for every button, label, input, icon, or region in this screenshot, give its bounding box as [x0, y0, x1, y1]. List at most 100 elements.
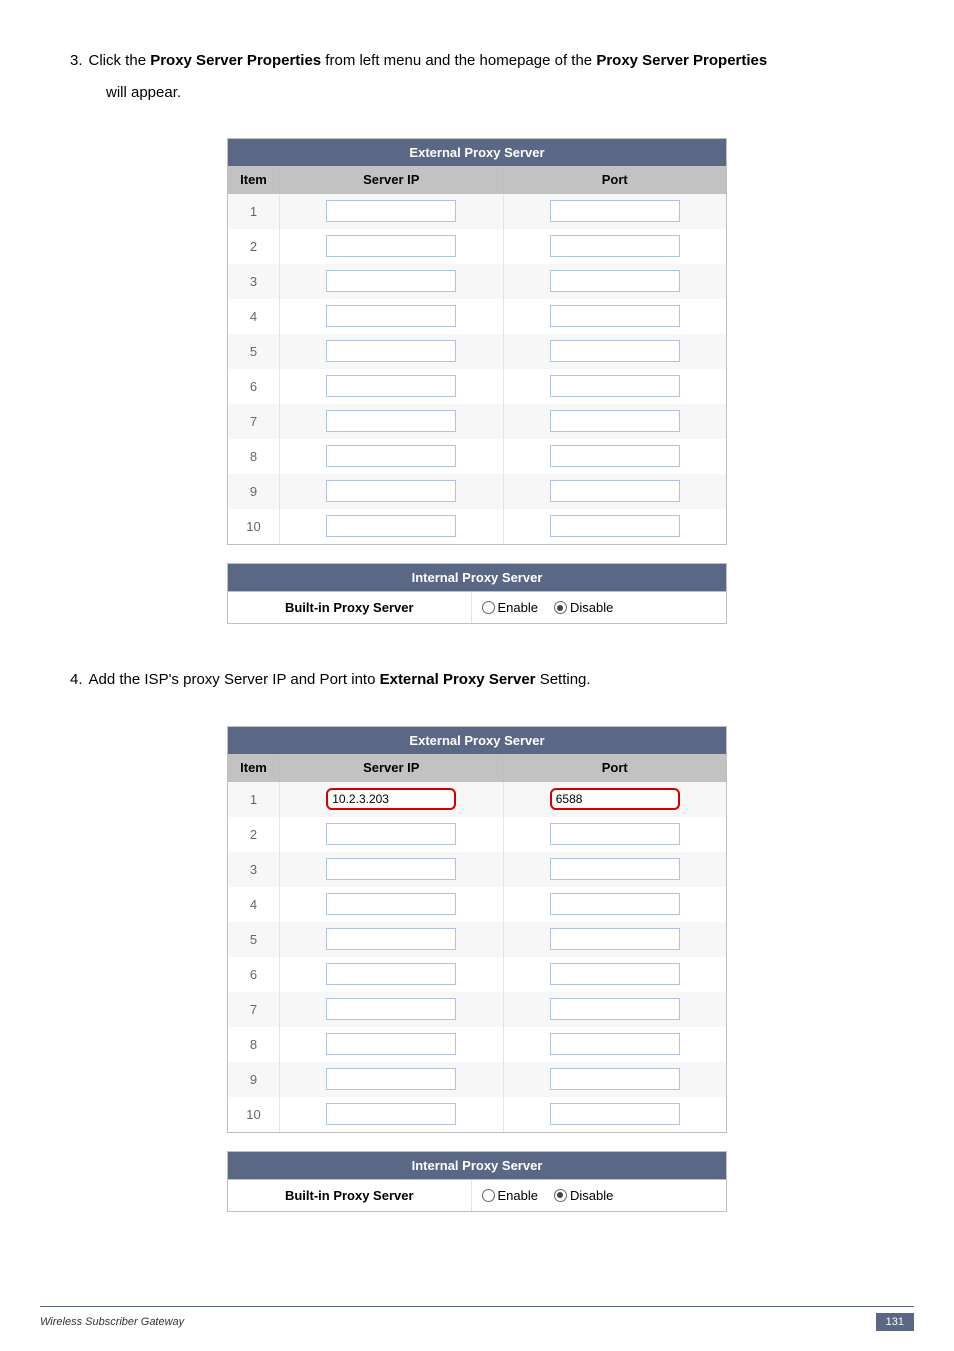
port-input[interactable]: [550, 410, 680, 432]
table-row: 6: [228, 957, 726, 992]
port-input[interactable]: [550, 788, 680, 810]
int-title: Internal Proxy Server: [228, 564, 726, 592]
row-index: 9: [228, 474, 280, 509]
table-row: 9: [228, 474, 726, 509]
table-row: 3: [228, 264, 726, 299]
row-index: 5: [228, 922, 280, 957]
enable-radio[interactable]: Enable: [482, 1188, 538, 1203]
row-index: 1: [228, 782, 280, 817]
row-index: 6: [228, 369, 280, 404]
row-index: 2: [228, 229, 280, 264]
port-input[interactable]: [550, 480, 680, 502]
col-item: Item: [228, 754, 280, 782]
table-row: 7: [228, 992, 726, 1027]
port-input[interactable]: [550, 928, 680, 950]
server-ip-input[interactable]: [326, 928, 456, 950]
port-input[interactable]: [550, 1103, 680, 1125]
external-proxy-table-filled: External Proxy Server Item Server IP Por…: [227, 726, 727, 1133]
row-index: 8: [228, 1027, 280, 1062]
table-row: 5: [228, 922, 726, 957]
builtin-label: Built-in Proxy Server: [228, 592, 472, 623]
step-4-text: 4.Add the ISP's proxy Server IP and Port…: [70, 664, 914, 696]
row-index: 4: [228, 299, 280, 334]
server-ip-input[interactable]: [326, 963, 456, 985]
row-index: 1: [228, 194, 280, 229]
row-index: 10: [228, 1097, 280, 1132]
port-input[interactable]: [550, 375, 680, 397]
row-index: 7: [228, 404, 280, 439]
table-row: 4: [228, 887, 726, 922]
table-row: 8: [228, 1027, 726, 1062]
row-index: 2: [228, 817, 280, 852]
port-input[interactable]: [550, 893, 680, 915]
int-title: Internal Proxy Server: [228, 1152, 726, 1180]
server-ip-input[interactable]: [326, 1033, 456, 1055]
col-port: Port: [504, 754, 727, 782]
footer-title: Wireless Subscriber Gateway: [40, 1316, 184, 1328]
table-row: 8: [228, 439, 726, 474]
server-ip-input[interactable]: [326, 480, 456, 502]
table-row: 5: [228, 334, 726, 369]
port-input[interactable]: [550, 200, 680, 222]
port-input[interactable]: [550, 998, 680, 1020]
row-index: 5: [228, 334, 280, 369]
table-row: 3: [228, 852, 726, 887]
server-ip-input[interactable]: [326, 410, 456, 432]
table-row: 2: [228, 229, 726, 264]
server-ip-input[interactable]: [326, 235, 456, 257]
server-ip-input[interactable]: [326, 893, 456, 915]
server-ip-input[interactable]: [326, 305, 456, 327]
server-ip-input[interactable]: [326, 515, 456, 537]
port-input[interactable]: [550, 1068, 680, 1090]
port-input[interactable]: [550, 823, 680, 845]
server-ip-input[interactable]: [326, 445, 456, 467]
col-server-ip: Server IP: [280, 754, 504, 782]
table-row: 1: [228, 782, 726, 817]
internal-proxy-blank: Internal Proxy Server Built-in Proxy Ser…: [227, 563, 727, 624]
server-ip-input[interactable]: [326, 270, 456, 292]
row-index: 8: [228, 439, 280, 474]
port-input[interactable]: [550, 858, 680, 880]
builtin-label: Built-in Proxy Server: [228, 1180, 472, 1211]
row-index: 4: [228, 887, 280, 922]
page-number: 131: [876, 1313, 914, 1331]
port-input[interactable]: [550, 340, 680, 362]
port-input[interactable]: [550, 235, 680, 257]
port-input[interactable]: [550, 445, 680, 467]
table-row: 6: [228, 369, 726, 404]
external-proxy-table-blank: External Proxy Server Item Server IP Por…: [227, 138, 727, 545]
row-index: 3: [228, 264, 280, 299]
port-input[interactable]: [550, 963, 680, 985]
disable-radio[interactable]: Disable: [554, 1188, 613, 1203]
server-ip-input[interactable]: [326, 858, 456, 880]
port-input[interactable]: [550, 270, 680, 292]
table-row: 9: [228, 1062, 726, 1097]
table-row: 1: [228, 194, 726, 229]
server-ip-input[interactable]: [326, 823, 456, 845]
server-ip-input[interactable]: [326, 340, 456, 362]
disable-radio[interactable]: Disable: [554, 600, 613, 615]
table-row: 7: [228, 404, 726, 439]
port-input[interactable]: [550, 305, 680, 327]
row-index: 3: [228, 852, 280, 887]
row-index: 9: [228, 1062, 280, 1097]
ext-title: External Proxy Server: [228, 139, 726, 166]
page-footer: Wireless Subscriber Gateway 131: [40, 1306, 914, 1331]
row-index: 7: [228, 992, 280, 1027]
ext-title: External Proxy Server: [228, 727, 726, 754]
enable-radio[interactable]: Enable: [482, 600, 538, 615]
table-row: 2: [228, 817, 726, 852]
server-ip-input[interactable]: [326, 200, 456, 222]
row-index: 6: [228, 957, 280, 992]
table-row: 10: [228, 1097, 726, 1132]
port-input[interactable]: [550, 1033, 680, 1055]
port-input[interactable]: [550, 515, 680, 537]
row-index: 10: [228, 509, 280, 544]
col-item: Item: [228, 166, 280, 194]
col-port: Port: [504, 166, 727, 194]
server-ip-input[interactable]: [326, 375, 456, 397]
server-ip-input[interactable]: [326, 1103, 456, 1125]
server-ip-input[interactable]: [326, 1068, 456, 1090]
server-ip-input[interactable]: [326, 998, 456, 1020]
server-ip-input[interactable]: [326, 788, 456, 810]
